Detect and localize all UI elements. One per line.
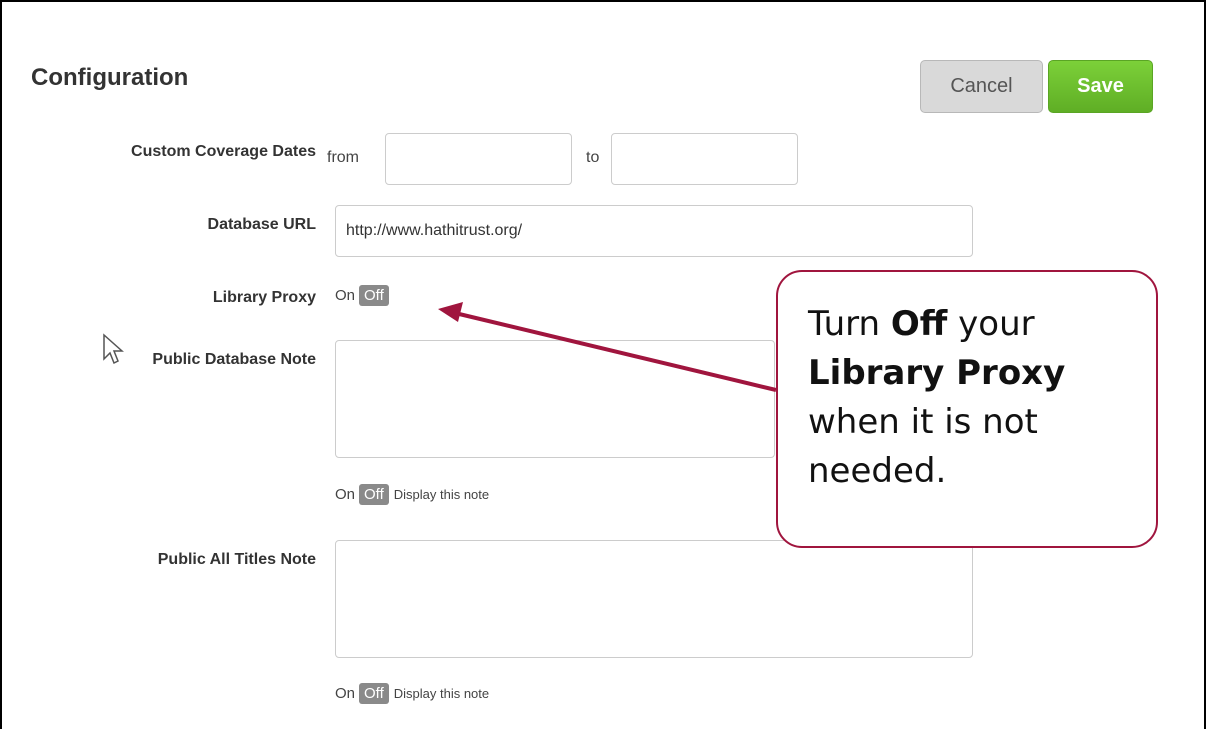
cancel-button[interactable]: Cancel xyxy=(920,60,1043,113)
public-database-note-textarea[interactable] xyxy=(335,340,775,458)
toggle-off-label[interactable]: Off xyxy=(359,683,389,704)
public-database-note-label: Public Database Note xyxy=(152,351,316,368)
database-url-label: Database URL xyxy=(207,216,316,233)
library-proxy-label: Library Proxy xyxy=(212,289,316,306)
callout-text: your xyxy=(947,304,1035,344)
toggle-off-label[interactable]: Off xyxy=(359,484,389,505)
coverage-dates-label: Custom Coverage Dates xyxy=(131,143,316,160)
coverage-to-text: to xyxy=(586,149,600,166)
coverage-from-input[interactable] xyxy=(385,133,572,185)
callout-bold-proxy: Library Proxy xyxy=(808,353,1066,393)
public-database-note-toggle[interactable]: On Off Display this note xyxy=(335,484,489,505)
toggle-on-label[interactable]: On xyxy=(335,685,355,702)
library-proxy-toggle[interactable]: On Off xyxy=(335,285,389,306)
toggle-off-label[interactable]: Off xyxy=(359,285,389,306)
callout-text: Turn xyxy=(808,304,891,344)
page-title: Configuration xyxy=(31,64,189,91)
public-all-titles-note-toggle[interactable]: On Off Display this note xyxy=(335,683,489,704)
toggle-on-label[interactable]: On xyxy=(335,287,355,304)
coverage-from-text: from xyxy=(327,149,359,166)
callout-box: Turn Off your Library Proxy when it is n… xyxy=(776,270,1158,548)
callout-bold-off: Off xyxy=(890,304,948,344)
coverage-to-input[interactable] xyxy=(611,133,798,185)
display-note-text: Display this note xyxy=(393,487,490,502)
display-note-text: Display this note xyxy=(393,686,490,701)
toggle-on-label[interactable]: On xyxy=(335,486,355,503)
public-all-titles-note-textarea[interactable] xyxy=(335,540,973,658)
callout-text: when it is not needed. xyxy=(808,402,1038,491)
public-all-titles-note-label: Public All Titles Note xyxy=(157,551,316,568)
save-button[interactable]: Save xyxy=(1048,60,1153,113)
mouse-cursor-icon xyxy=(103,333,124,365)
database-url-input[interactable]: http://www.hathitrust.org/ xyxy=(335,205,973,257)
